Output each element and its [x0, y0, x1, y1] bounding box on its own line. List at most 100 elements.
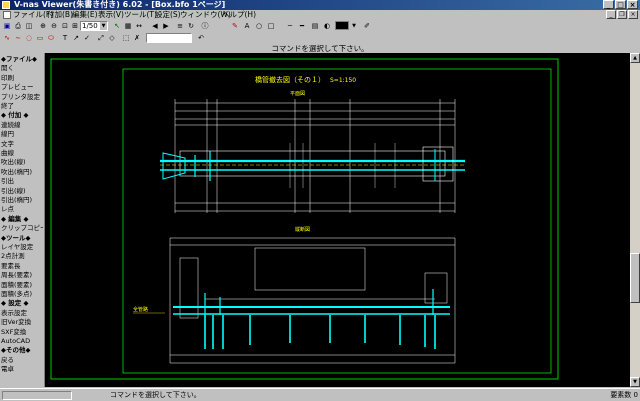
delete-icon[interactable]: ✗	[132, 33, 142, 43]
sidebar-item[interactable]: 終了	[1, 102, 43, 110]
sidebar-item[interactable]: レ点	[1, 205, 43, 213]
minimize-button[interactable]: _	[603, 0, 614, 9]
sidebar-item[interactable]: 面積(多点)	[1, 290, 43, 298]
pen-settings-icon[interactable]: ✐	[362, 21, 372, 31]
pen-icon[interactable]: ✎	[230, 21, 240, 31]
color-dropdown-icon[interactable]: ▼	[350, 21, 358, 31]
menu-tools[interactable]: ツール(T)	[124, 10, 157, 20]
prev-page-icon[interactable]: ◀	[150, 21, 160, 31]
sidebar-item[interactable]: 引出(楕円)	[1, 196, 43, 204]
sidebar-item[interactable]: クリップコピー	[1, 224, 43, 232]
drawing-frame	[122, 68, 552, 374]
sidebar-item[interactable]: 文字	[1, 140, 43, 148]
scroll-up-icon[interactable]: ▲	[630, 53, 640, 63]
maximize-button[interactable]: □	[615, 0, 626, 9]
print-icon[interactable]: ⎙	[13, 21, 23, 31]
sidebar-item[interactable]: 旧Ver変換	[1, 318, 43, 326]
status-message: コマンドを選択して下さい。	[110, 391, 201, 399]
text-input[interactable]	[146, 33, 192, 43]
check-mark-icon[interactable]: ✓	[82, 33, 92, 43]
layer-icon[interactable]: ≡	[175, 21, 185, 31]
fill-icon[interactable]: ▤	[310, 21, 320, 31]
menu-settings[interactable]: 設定(S)	[155, 10, 181, 20]
sidebar-item[interactable]: 周長(要素)	[1, 271, 43, 279]
doc-minimize-button[interactable]: _	[606, 10, 616, 19]
scroll-down-icon[interactable]: ▼	[630, 377, 640, 387]
sidebar-item[interactable]: 引出	[1, 177, 43, 185]
menu-add[interactable]: 付加(B)	[47, 10, 73, 20]
text-icon[interactable]: A	[242, 21, 252, 31]
rect-annot-icon[interactable]: ▭	[35, 33, 45, 43]
vertical-scrollbar[interactable]: ▲ ▼	[630, 53, 640, 387]
annotation-toolbar: ∿ ∼ ◌ ▭ ⬭ T ↗ ✓ ⤢ ◇ ⬚ ✗ ↶	[0, 32, 640, 44]
sidebar-item[interactable]: 開く	[1, 64, 43, 72]
sidebar-section-header: ◆ツール◆	[1, 233, 31, 242]
balloon-icon[interactable]: ◌	[24, 33, 34, 43]
sidebar-item[interactable]: 曲線	[1, 149, 43, 157]
status-bar: コマンドを選択して下さい。 要素数 0	[0, 388, 640, 401]
sidebar-item[interactable]: 引出(線)	[1, 187, 43, 195]
sidebar-item[interactable]: プレビュー	[1, 83, 43, 91]
ellipse-annot-icon[interactable]: ⬭	[46, 33, 56, 43]
sidebar-item[interactable]: 連続線	[1, 121, 43, 129]
undo-icon[interactable]: ↶	[196, 33, 206, 43]
sidebar-item[interactable]: 吹出(楕円)	[1, 168, 43, 176]
doc-close-button[interactable]: ×	[628, 10, 638, 19]
menu-view[interactable]: 表示(V)	[98, 10, 124, 20]
color-swatch[interactable]	[335, 21, 349, 30]
zoom-out-icon[interactable]: ⊖	[49, 21, 59, 31]
menu-edit[interactable]: 編集(E)	[72, 10, 98, 20]
plan-label: 平面図	[290, 91, 305, 97]
sidebar-item[interactable]: プリンタ設定	[1, 93, 43, 101]
curve-icon[interactable]: ∼	[13, 33, 23, 43]
circle-icon[interactable]: ○	[254, 21, 264, 31]
sidebar-item[interactable]: 電卓	[1, 365, 43, 373]
sidebar-item[interactable]: AutoCAD	[1, 337, 43, 345]
text-annot-icon[interactable]: T	[60, 33, 70, 43]
command-sidebar: ◆ファイル◆ 開く 印刷 プレビュー プリンタ設定 終了 ◆ 付加 ◆ 連続線 線円 文字 曲線 吹出…	[0, 53, 45, 387]
sidebar-item[interactable]: 印刷	[1, 74, 43, 82]
doc-restore-button[interactable]: ❐	[617, 10, 627, 19]
sidebar-item[interactable]: レイヤ設定	[1, 243, 43, 251]
sidebar-item[interactable]: 線円	[1, 130, 43, 138]
select-icon[interactable]: ⬚	[121, 33, 131, 43]
zoom-window-icon[interactable]: ⊡	[60, 21, 70, 31]
side-label: 全管路	[133, 306, 148, 313]
polyline-icon[interactable]: ∿	[2, 33, 12, 43]
square-icon[interactable]: □	[266, 21, 276, 31]
drawing-svg: 橋管撤去図（その１） S=1:150 平面図 縦断図 全管路	[50, 58, 559, 380]
element-count: 要素数 0	[610, 391, 638, 399]
preview-icon[interactable]: ◫	[24, 21, 34, 31]
arrow-icon[interactable]: ↖	[112, 21, 122, 31]
line-width-icon[interactable]: ━	[297, 21, 307, 31]
sidebar-item[interactable]: SXF変換	[1, 328, 43, 336]
drawing-canvas[interactable]: 橋管撤去図（その１） S=1:150 平面図 縦断図 全管路	[45, 53, 630, 387]
refresh-icon[interactable]: ↻	[186, 21, 196, 31]
document-icon[interactable]	[3, 11, 11, 19]
app-icon	[2, 1, 10, 9]
sidebar-item[interactable]: 戻る	[1, 356, 43, 364]
zoom-all-icon[interactable]: ⊞	[70, 21, 80, 31]
grid-icon[interactable]: ▦	[123, 21, 133, 31]
scroll-thumb[interactable]	[630, 253, 640, 303]
area-icon[interactable]: ◇	[107, 33, 117, 43]
drawing-scale: S=1:150	[330, 77, 356, 84]
menu-help[interactable]: ヘルプ(H)	[222, 10, 256, 20]
close-button[interactable]: ×	[627, 0, 638, 9]
sidebar-item[interactable]: 要素長	[1, 262, 43, 270]
sidebar-item[interactable]: 面積(要素)	[1, 281, 43, 289]
zoom-select[interactable]: 1/50 ▼	[80, 21, 108, 31]
palette-icon[interactable]: ◐	[322, 21, 332, 31]
sidebar-item[interactable]: 2点計測	[1, 252, 43, 260]
line-type-icon[interactable]: ─	[285, 21, 295, 31]
open-icon[interactable]: ▣	[2, 21, 12, 31]
measure-2pt-icon[interactable]: ⤢	[96, 33, 106, 43]
leader-icon[interactable]: ↗	[71, 33, 81, 43]
sidebar-item[interactable]: 表示設定	[1, 309, 43, 317]
measure-icon[interactable]: ↔	[134, 21, 144, 31]
zoom-in-icon[interactable]: ⊕	[38, 21, 48, 31]
sidebar-item[interactable]: 吹出(線)	[1, 158, 43, 166]
section-label: 縦断図	[295, 226, 310, 233]
next-page-icon[interactable]: ▶	[161, 21, 171, 31]
info-icon[interactable]: ⓘ	[200, 21, 210, 31]
